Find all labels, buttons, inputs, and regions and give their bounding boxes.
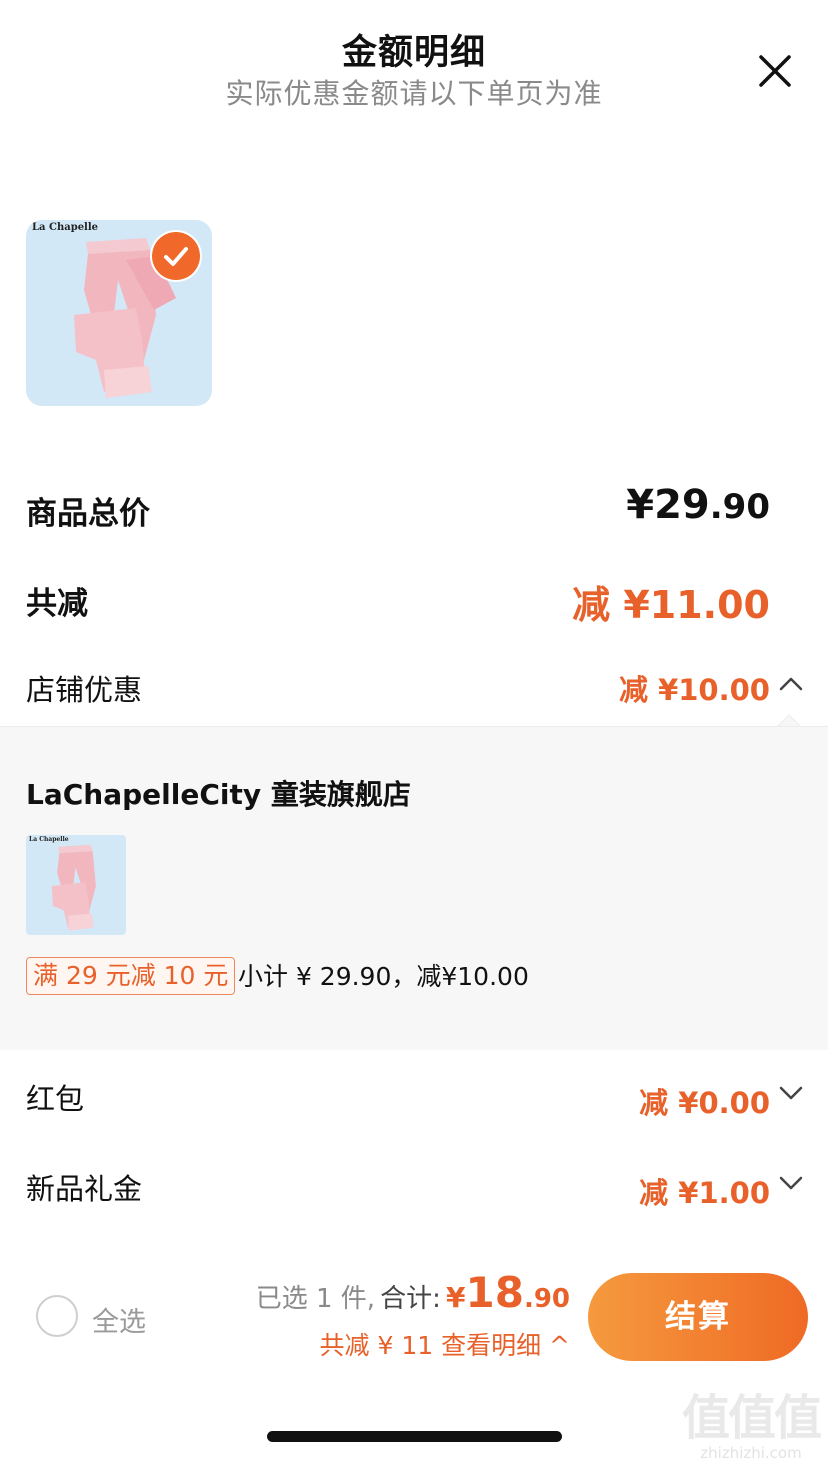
promo-summary: 小计 ¥ 29.90，减¥10.00 bbox=[238, 962, 529, 991]
store-product-thumbnail[interactable]: La Chapelle bbox=[26, 835, 126, 935]
total-price-value: ¥29.90 bbox=[626, 482, 770, 528]
discount-row-red-packet[interactable]: 红包 减 ¥0.00 bbox=[0, 1076, 828, 1120]
discount-row-store[interactable]: 店铺优惠 减 ¥10.00 bbox=[0, 667, 828, 707]
select-all-radio[interactable] bbox=[36, 1295, 78, 1337]
total-reduce-label: 共减 bbox=[26, 586, 88, 622]
discount-label: 店铺优惠 bbox=[26, 673, 143, 707]
watermark: 值值值 zhizhizhi.com bbox=[681, 1378, 822, 1460]
total-dec: .90 bbox=[709, 487, 770, 527]
discount-value: 减 ¥0.00 bbox=[639, 1086, 770, 1120]
chevron-up-icon bbox=[779, 677, 803, 691]
selected-count: 已选 1 件, bbox=[255, 1284, 376, 1314]
sheet-subtitle: 实际优惠金额请以下单页为准 bbox=[225, 77, 603, 110]
discount-row-gift[interactable]: 新品礼金 减 ¥1.00 bbox=[0, 1166, 828, 1210]
total-currency: ¥ bbox=[626, 482, 655, 528]
total-int: 29 bbox=[654, 482, 710, 528]
sum-dec: .90 bbox=[523, 1284, 570, 1314]
chevron-down-icon bbox=[779, 1176, 803, 1190]
chevron-down-icon bbox=[779, 1086, 803, 1100]
store-discount-panel: LaChapelleCity 童装旗舰店 La Chapelle 满 29 元减… bbox=[0, 726, 828, 1050]
close-button[interactable] bbox=[758, 54, 792, 88]
discount-value: 减 ¥10.00 bbox=[618, 673, 770, 707]
sum-label: 合计: bbox=[380, 1284, 441, 1314]
selected-check-badge[interactable] bbox=[152, 232, 200, 280]
pink-pants-small-photo bbox=[51, 844, 96, 931]
sum-int: 18 bbox=[465, 1268, 524, 1317]
watermark-url: zhizhizhi.com bbox=[700, 1444, 802, 1460]
checkmark-icon bbox=[164, 247, 188, 266]
discount-value: 减 ¥1.00 bbox=[639, 1176, 770, 1210]
discount-label: 新品礼金 bbox=[26, 1172, 143, 1206]
sheet-header: 金额明细 实际优惠金额请以下单页为准 bbox=[0, 0, 828, 120]
total-price-label: 商品总价 bbox=[26, 496, 150, 532]
home-indicator[interactable] bbox=[267, 1431, 562, 1442]
discount-label: 红包 bbox=[26, 1082, 85, 1116]
total-reduce-value: 减 ¥11.00 bbox=[572, 583, 770, 627]
select-all-label[interactable]: 全选 bbox=[92, 1300, 146, 1339]
order-sum: 已选 1 件, 合计: ¥18.90 bbox=[256, 1268, 570, 1317]
sum-currency: ¥ bbox=[446, 1281, 466, 1314]
watermark-logo: 值值值 bbox=[681, 1390, 822, 1446]
close-icon bbox=[759, 55, 791, 87]
promo-tag: 满 29 元减 10 元 bbox=[26, 957, 236, 995]
store-name: LaChapelleCity 童装旗舰店 bbox=[26, 778, 411, 811]
total-price-row: 商品总价 ¥29.90 bbox=[0, 482, 828, 532]
view-detail-link[interactable]: 共减 ¥ 11 查看明细 ^ bbox=[320, 1326, 570, 1362]
amount-detail-sheet: 金额明细 实际优惠金额请以下单页为准 La Chapelle 商品总价 ¥29.… bbox=[0, 0, 828, 1460]
checkout-button[interactable]: 结算 bbox=[588, 1273, 808, 1361]
sheet-title: 金额明细 bbox=[341, 33, 486, 73]
total-reduce-row: 共减 减 ¥11.00 bbox=[0, 578, 828, 627]
